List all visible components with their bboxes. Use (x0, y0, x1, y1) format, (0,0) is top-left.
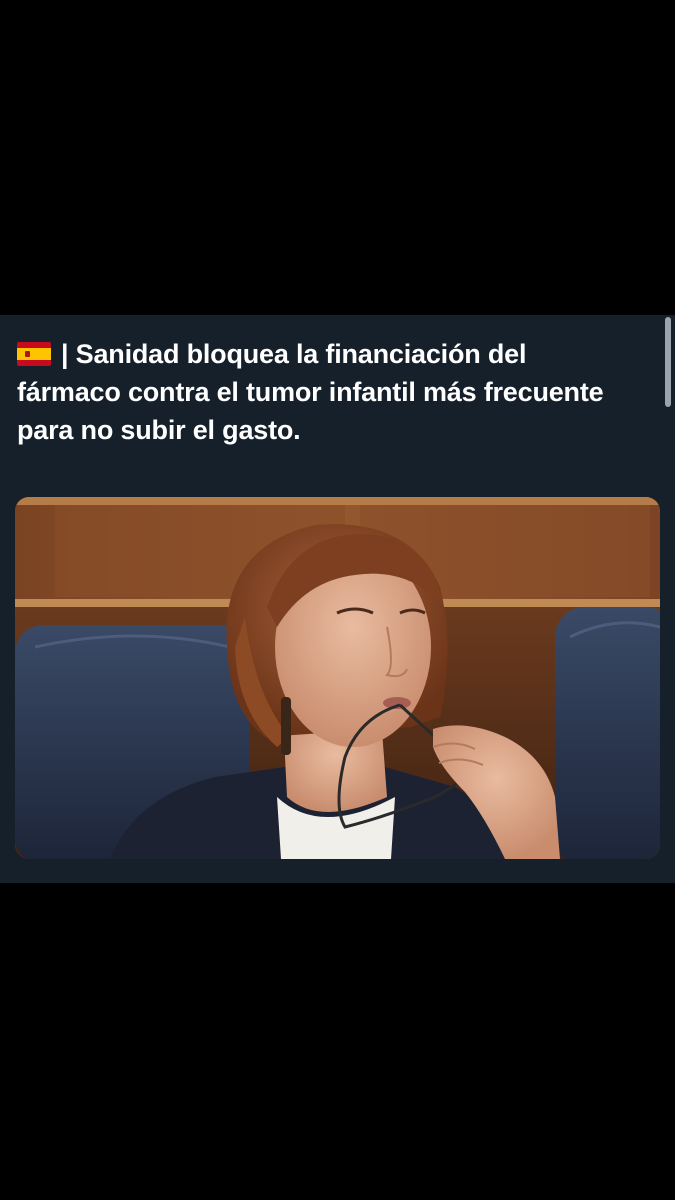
spain-flag-icon (17, 342, 51, 366)
post-card[interactable]: | Sanidad bloquea la financiación del fá… (0, 315, 675, 883)
screen: | Sanidad bloquea la financiación del fá… (0, 0, 675, 1200)
post-headline: | Sanidad bloquea la financiación del fá… (17, 335, 637, 449)
post-photo[interactable] (15, 497, 660, 859)
post-headline-text: | Sanidad bloquea la financiación del fá… (17, 339, 604, 445)
scrollbar[interactable] (665, 317, 671, 407)
